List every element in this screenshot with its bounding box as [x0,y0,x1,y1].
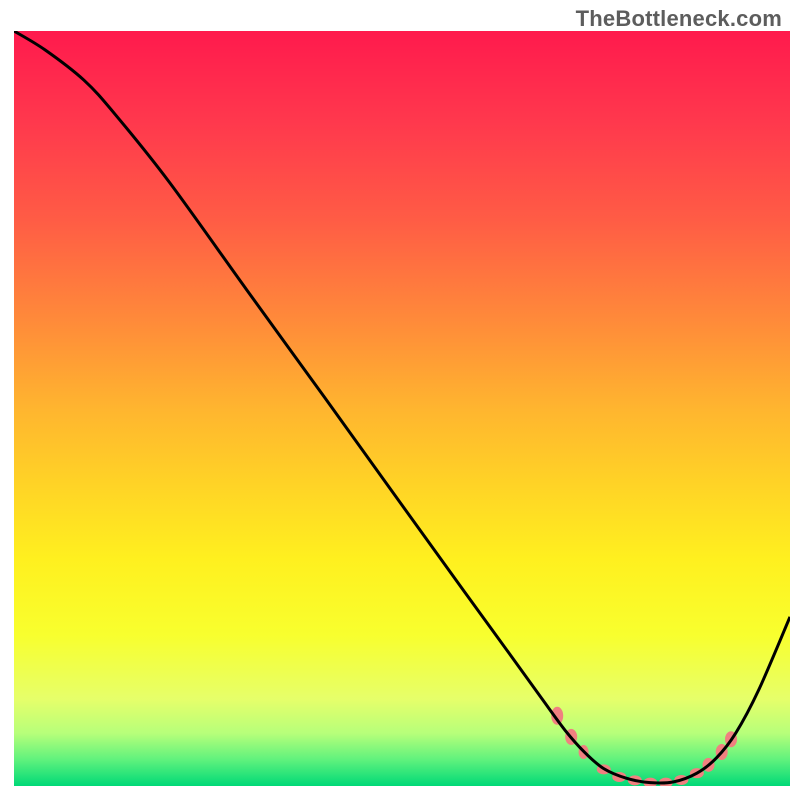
bottleneck-chart [0,0,800,800]
gradient-background [14,31,790,786]
chart-container: TheBottleneck.com [0,0,800,800]
watermark-text: TheBottleneck.com [576,6,782,32]
